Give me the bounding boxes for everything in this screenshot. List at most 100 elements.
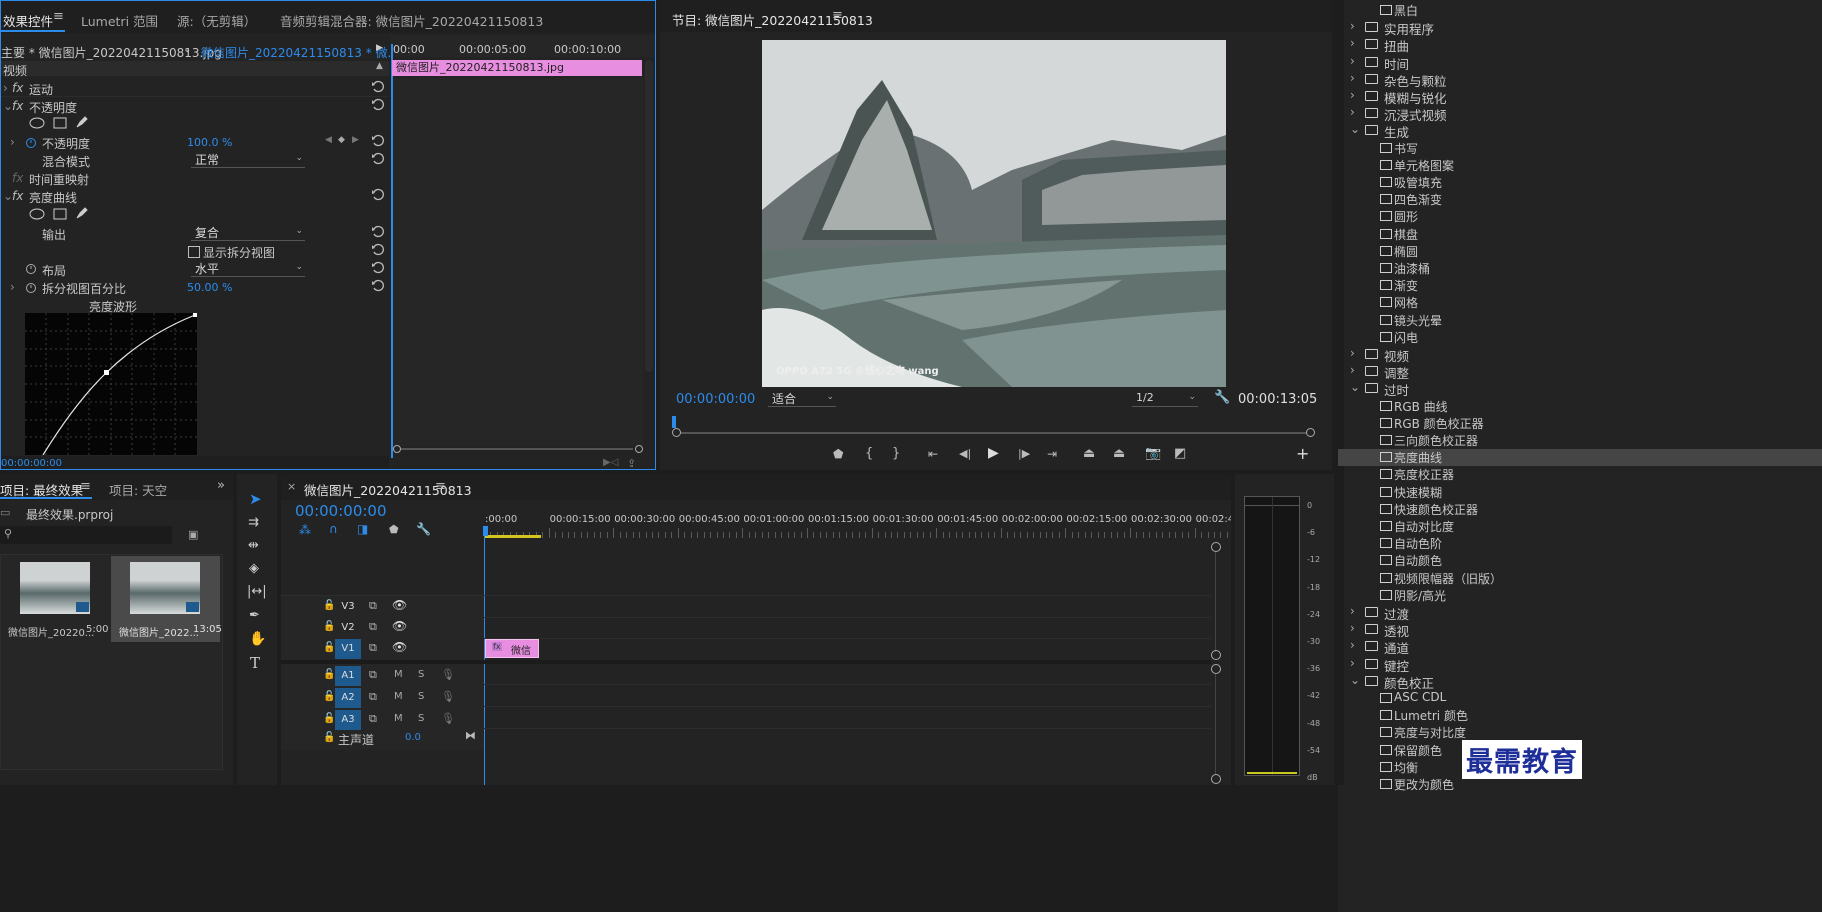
- step-back-icon[interactable]: ◀|: [959, 447, 971, 460]
- timeline-settings-wrench-icon[interactable]: 🔧: [416, 522, 431, 536]
- sync-lock-icon[interactable]: ⧉: [369, 690, 377, 704]
- mark-out-icon[interactable]: }: [892, 446, 900, 461]
- split-view-checkbox[interactable]: [188, 246, 200, 258]
- mark-in-icon[interactable]: {: [865, 446, 873, 461]
- rectangle-mask-icon[interactable]: [53, 208, 67, 220]
- effect-folder[interactable]: › 沉浸式视频: [1338, 105, 1822, 123]
- ec-current-time[interactable]: 00:00:00:00: [1, 458, 62, 469]
- sync-lock-icon[interactable]: ⧉: [369, 712, 377, 726]
- timeline-scroll-handle[interactable]: [1211, 650, 1221, 660]
- chevron-right-icon[interactable]: ›: [1350, 19, 1355, 33]
- eye-icon[interactable]: 👁: [392, 640, 407, 654]
- effect-time-remap[interactable]: 时间重映射: [29, 171, 89, 188]
- hand-tool-icon[interactable]: ✋: [249, 631, 266, 647]
- go-to-out-icon[interactable]: ⇥: [1047, 447, 1057, 461]
- effect-folder[interactable]: › 过渡: [1338, 604, 1822, 622]
- solo-audio-icon[interactable]: ▶◁: [603, 457, 618, 468]
- effect-item[interactable]: 视频限幅器（旧版）: [1338, 570, 1822, 587]
- expand-chevron-icon[interactable]: ›: [10, 280, 15, 294]
- go-to-in-icon[interactable]: ⇤: [928, 447, 938, 461]
- effect-folder[interactable]: ⌄ 颜色校正: [1338, 673, 1822, 691]
- chevron-right-icon[interactable]: ›: [1350, 656, 1355, 670]
- project-search-input[interactable]: ⚲: [0, 526, 172, 544]
- type-tool-icon[interactable]: T: [250, 654, 260, 672]
- timeline-sequence-tab[interactable]: 微信图片_20220421150813: [304, 480, 472, 499]
- effect-item[interactable]: 自动色阶: [1338, 535, 1822, 552]
- effect-item[interactable]: 自动对比度: [1338, 518, 1822, 535]
- track-select-tool-icon[interactable]: ⇉: [248, 515, 259, 530]
- chevron-right-icon[interactable]: ›: [1350, 54, 1355, 68]
- chevron-right-icon[interactable]: ›: [1350, 36, 1355, 50]
- eye-icon[interactable]: 👁: [392, 598, 407, 612]
- effect-folder[interactable]: › 透视: [1338, 621, 1822, 639]
- ec-vertical-scrollbar[interactable]: [645, 60, 653, 372]
- reset-icon[interactable]: [371, 243, 384, 256]
- tab-source[interactable]: 源:（无剪辑）: [177, 11, 256, 30]
- effect-item[interactable]: 镜头光晕: [1338, 312, 1822, 329]
- effect-item[interactable]: 自动颜色: [1338, 552, 1822, 569]
- split-percent-value[interactable]: 50.00 %: [187, 281, 232, 294]
- effect-folder[interactable]: › 视频: [1338, 346, 1822, 364]
- chevron-right-icon[interactable]: ›: [1350, 638, 1355, 652]
- ellipse-mask-icon[interactable]: [29, 208, 45, 220]
- wrench-icon[interactable]: 🔧: [1214, 390, 1230, 405]
- effect-item[interactable]: 黑白: [1338, 2, 1822, 19]
- linked-selection-icon[interactable]: ∩: [329, 522, 338, 536]
- timeline-clip-v1[interactable]: fx 微信: [485, 639, 539, 658]
- effect-item[interactable]: 阴影/高光: [1338, 587, 1822, 604]
- timeline-scroll-track[interactable]: [1215, 552, 1216, 652]
- effect-folder[interactable]: › 模糊与锐化: [1338, 88, 1822, 106]
- microphone-icon[interactable]: 🎙: [441, 690, 455, 703]
- master-volume-value[interactable]: 0.0: [405, 732, 421, 743]
- track-label-a3[interactable]: A3: [335, 710, 361, 730]
- lock-icon[interactable]: 🔓: [323, 642, 335, 653]
- project-item[interactable]: 微信图片_20220... 5:00: [0, 556, 111, 642]
- opacity-value[interactable]: 100.0 %: [187, 136, 232, 149]
- prev-keyframe-icon[interactable]: ◀: [325, 135, 332, 145]
- pen-mask-icon[interactable]: [75, 115, 89, 129]
- close-icon[interactable]: ×: [287, 480, 296, 493]
- add-keyframe-icon[interactable]: ◆: [338, 135, 345, 145]
- slip-tool-icon[interactable]: |↔|: [247, 584, 267, 599]
- effect-item[interactable]: 亮度与对比度: [1338, 724, 1822, 741]
- tab-audio-clip-mixer[interactable]: 音频剪辑混合器: 微信图片_20220421150813: [280, 11, 543, 30]
- timeline-scroll-handle[interactable]: [1211, 774, 1221, 784]
- effect-item[interactable]: 快速模糊: [1338, 484, 1822, 501]
- zoom-fit-dropdown[interactable]: 适合 ⌄: [768, 390, 836, 407]
- master-expand-icon[interactable]: ⧓: [465, 729, 476, 742]
- chevron-right-icon[interactable]: ›: [1350, 346, 1355, 360]
- effect-brightness-curves[interactable]: 亮度曲线: [29, 189, 77, 206]
- effect-item[interactable]: 油漆桶: [1338, 260, 1822, 277]
- tab-menu-icon[interactable]: ≡: [80, 479, 91, 494]
- play-icon[interactable]: ▶: [988, 445, 999, 461]
- effect-item[interactable]: 亮度校正器: [1338, 466, 1822, 483]
- chevron-right-icon[interactable]: ›: [1350, 88, 1355, 102]
- stopwatch-icon[interactable]: [25, 136, 37, 148]
- effect-item[interactable]: 吸管填充: [1338, 174, 1822, 191]
- lock-icon[interactable]: 🔓: [323, 713, 335, 724]
- program-playhead[interactable]: [672, 416, 676, 428]
- chevron-right-icon[interactable]: ›: [1350, 363, 1355, 377]
- effect-item[interactable]: 四色渐变: [1338, 191, 1822, 208]
- ellipse-mask-icon[interactable]: [29, 117, 45, 129]
- project-item-selected[interactable]: 微信图片_2022... 13:05: [111, 556, 222, 642]
- collapse-up-icon[interactable]: ▲: [376, 61, 383, 71]
- add-marker-icon[interactable]: ⬟: [389, 523, 399, 536]
- next-keyframe-icon[interactable]: ▶: [352, 135, 359, 145]
- lock-icon[interactable]: 🔓: [323, 600, 335, 611]
- expand-chevron-icon[interactable]: ›: [3, 81, 8, 95]
- microphone-icon[interactable]: 🎙: [441, 712, 455, 725]
- add-button-icon[interactable]: +: [1296, 444, 1309, 463]
- reset-icon[interactable]: [371, 279, 384, 292]
- sequence-clip-label[interactable]: 微信图片_20220421150813 * 微...: [201, 44, 399, 61]
- lift-icon[interactable]: ⏏: [1083, 446, 1095, 461]
- timeline-scroll-track[interactable]: [1215, 674, 1216, 774]
- effect-opacity[interactable]: 不透明度: [29, 99, 77, 116]
- snap-icon[interactable]: ⁂: [299, 523, 311, 537]
- effect-item[interactable]: 圆形: [1338, 208, 1822, 225]
- mute-button[interactable]: M: [394, 713, 403, 724]
- fx-badge-icon[interactable]: fx: [12, 189, 23, 203]
- luma-curve-graph[interactable]: [25, 313, 197, 456]
- track-label-v2[interactable]: V2: [335, 618, 361, 638]
- track-label-v1[interactable]: V1: [335, 639, 361, 659]
